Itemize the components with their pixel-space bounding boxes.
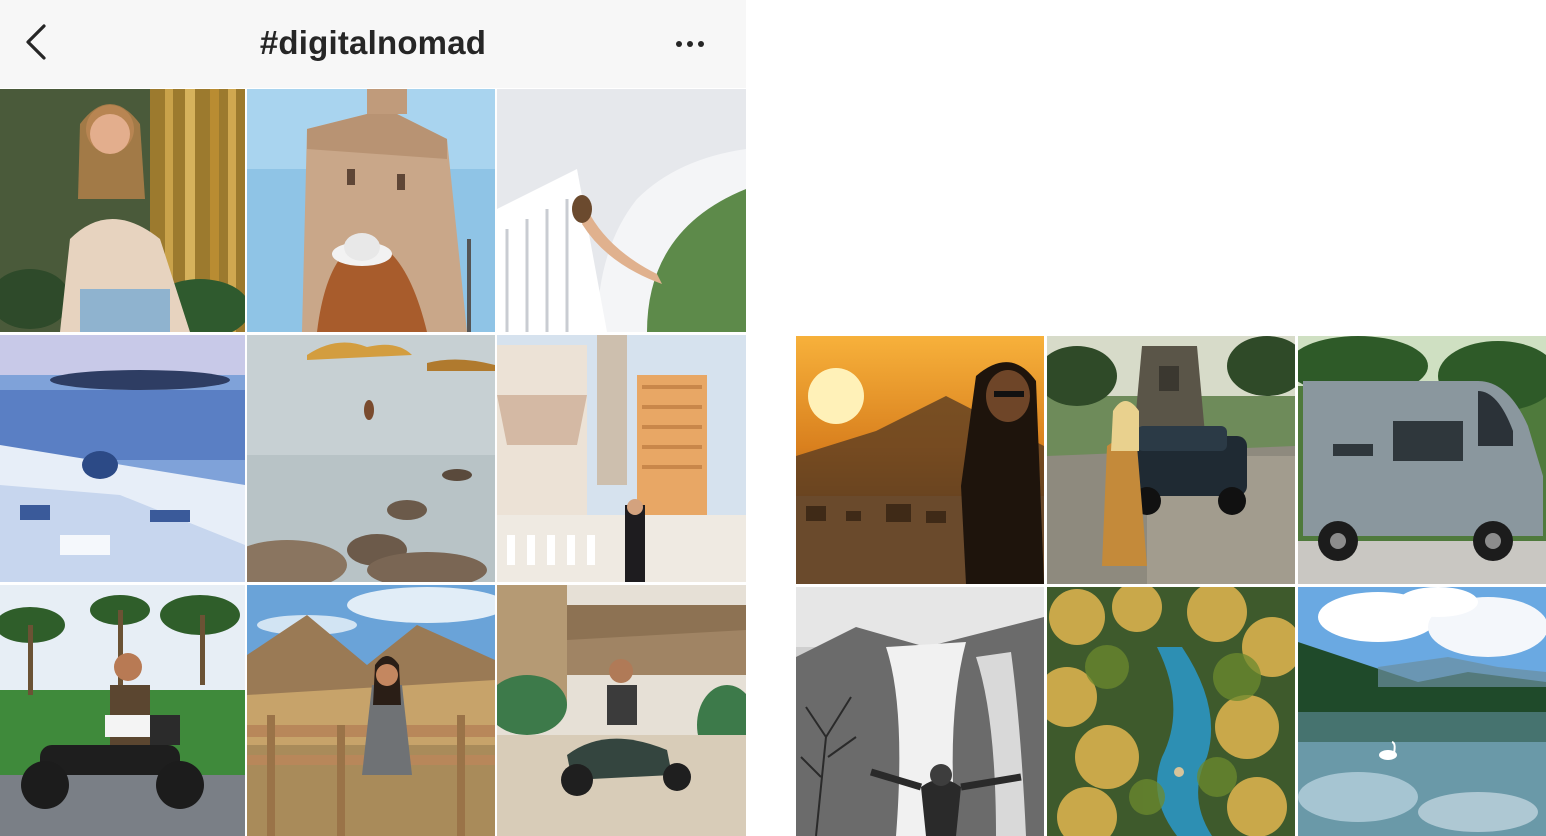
post-tile-classic-car-temple[interactable] xyxy=(1047,336,1295,584)
page-title: #digitalnomad xyxy=(259,24,487,61)
post-tile-palm-river[interactable] xyxy=(1047,587,1295,836)
more-horizontal-icon xyxy=(676,41,682,47)
post-tile-sunset-city[interactable] xyxy=(796,336,1044,584)
post-tile-santorini[interactable] xyxy=(0,335,245,582)
post-tile-waterfall[interactable] xyxy=(796,587,1044,836)
top-bar: #digitalnomad xyxy=(0,0,746,88)
post-tile-campervan[interactable] xyxy=(1298,336,1546,584)
post-tile-curved-building[interactable] xyxy=(497,89,746,332)
post-tile-tower-hat[interactable] xyxy=(247,89,495,332)
hashtag-feed-screen: #digitalnomad xyxy=(0,0,746,836)
post-tile-lake-swan[interactable] xyxy=(1298,587,1546,836)
post-tile-mountains-fence[interactable] xyxy=(247,585,495,836)
hashtag-results-grid xyxy=(796,336,1546,836)
post-tile-portrait-bamboo[interactable] xyxy=(0,89,245,332)
post-tile-sea-rocks[interactable] xyxy=(247,335,495,582)
more-options-button[interactable] xyxy=(672,30,708,58)
post-tile-vespa-cafe[interactable] xyxy=(497,585,746,836)
post-tile-scooter-palms[interactable] xyxy=(0,585,245,836)
post-tile-venetian[interactable] xyxy=(497,335,746,582)
